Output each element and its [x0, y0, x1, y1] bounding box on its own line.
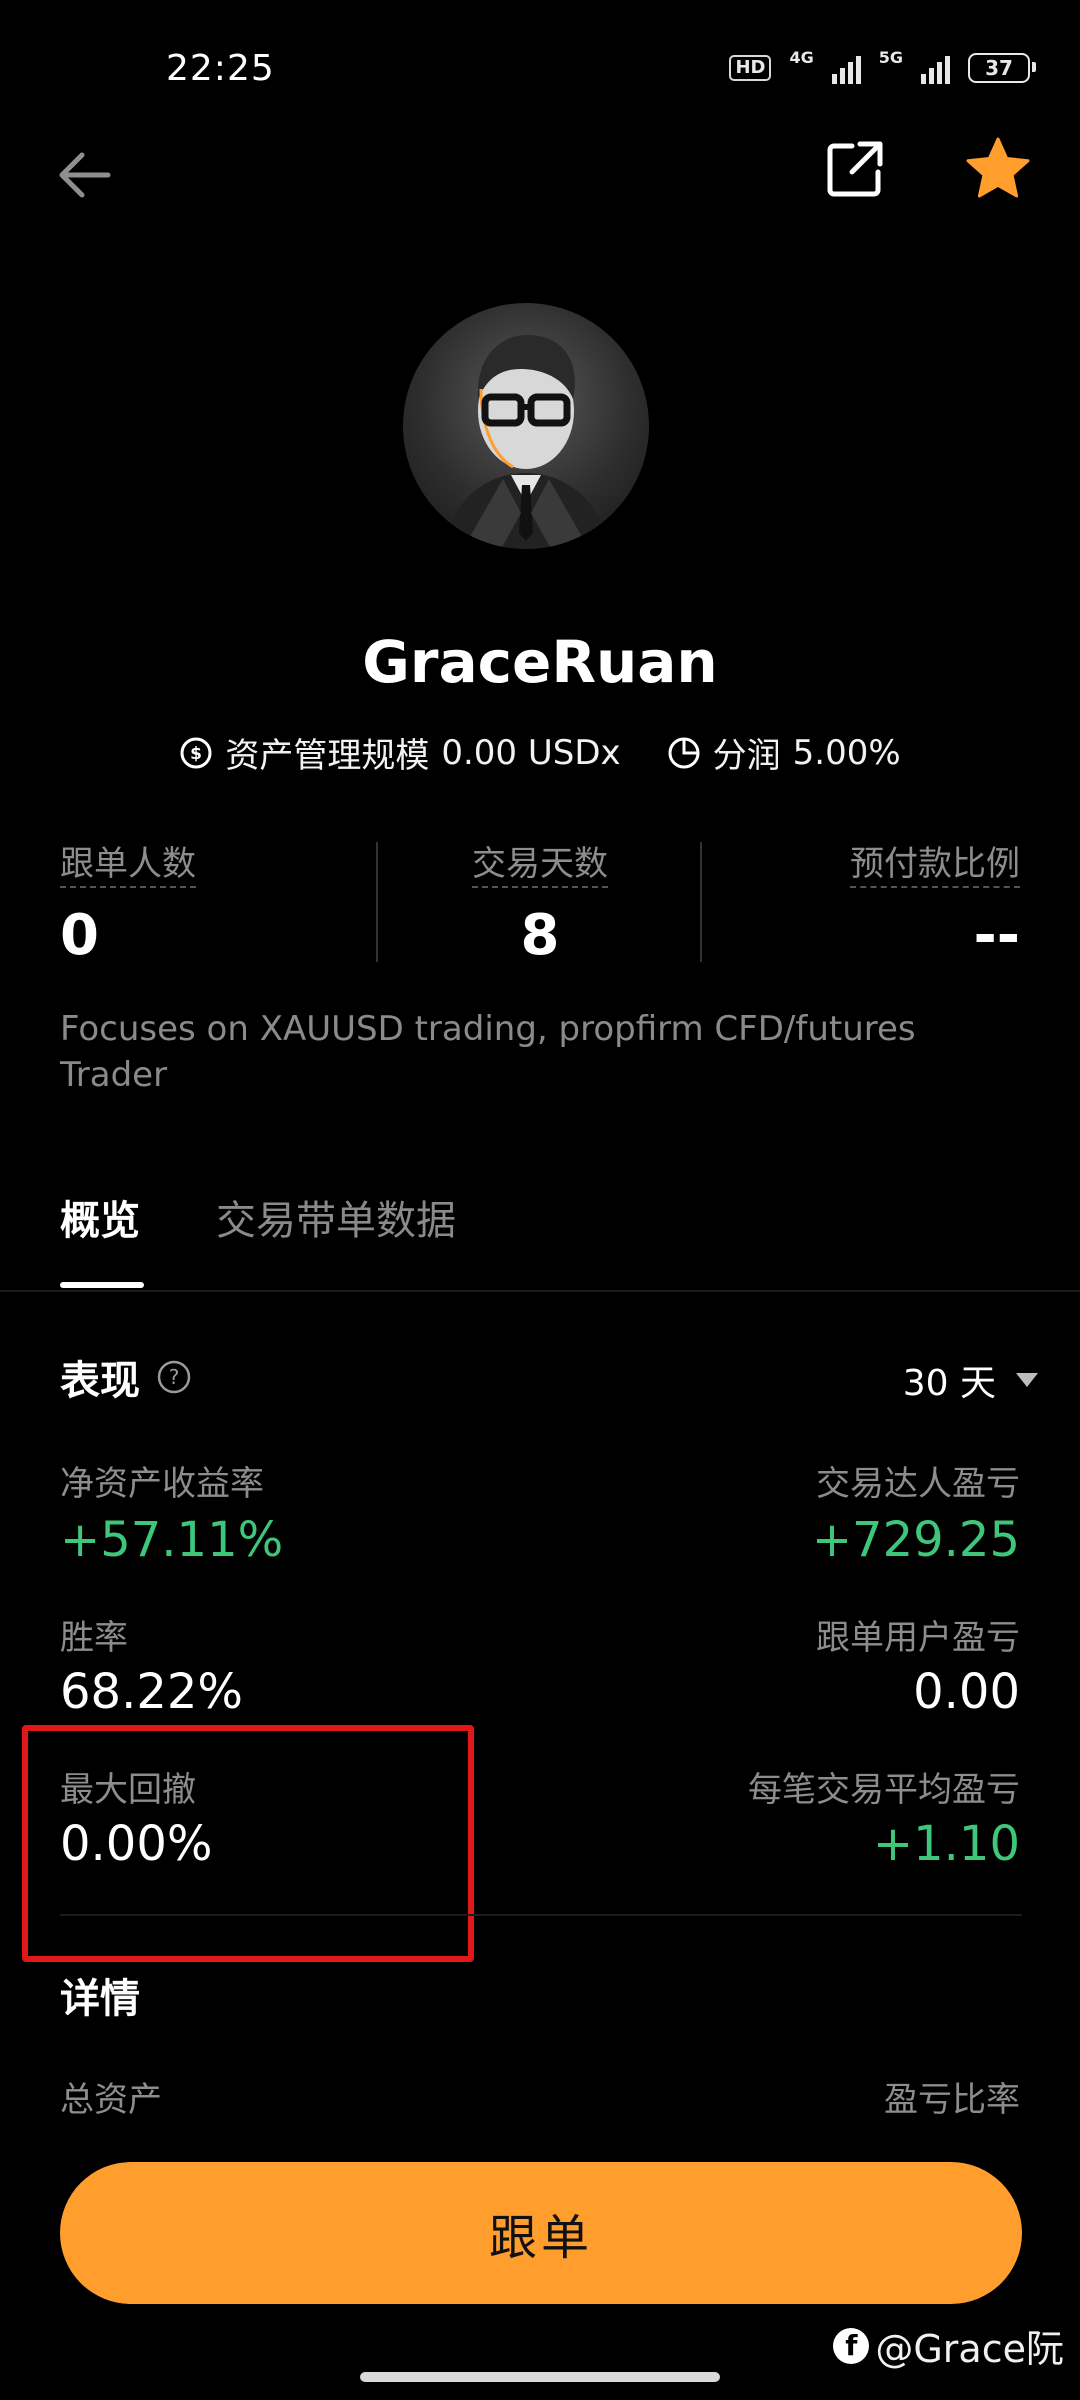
metric-win-rate-label: 胜率 [60, 1618, 128, 1658]
metric-roe-label: 净资产收益率 [60, 1464, 264, 1504]
stat-trading-days-label[interactable]: 交易天数 [472, 844, 608, 888]
back-arrow-icon[interactable] [56, 150, 112, 200]
home-indicator[interactable] [360, 2372, 720, 2382]
network-5g-label: 5G [878, 48, 903, 67]
stat-margin-ratio-label[interactable]: 预付款比例 [850, 844, 1020, 888]
follow-copy-button[interactable]: 跟单 [60, 2162, 1022, 2304]
details-title: 详情 [60, 1976, 140, 2022]
trader-description: Focuses on XAUUSD trading, propfirm CFD/… [60, 1009, 916, 1095]
period-selected: 30 天 [902, 1363, 996, 1404]
signal-icon [831, 52, 861, 84]
performance-title: 表现 [60, 1358, 140, 1404]
trader-meta: $ 资产管理规模 0.00 USDx 分润 5.00% [0, 728, 1080, 777]
profit-share-value: 5.00% [792, 732, 901, 773]
dollar-coin-icon: $ [180, 737, 212, 768]
trader-name: GraceRuan [362, 628, 718, 696]
hd-icon: HD [729, 55, 772, 81]
watermark: f @Grace阮 [833, 2318, 1064, 2373]
tabs-divider [0, 1290, 1080, 1292]
signal-icon [921, 52, 950, 84]
avatar-illustration [443, 334, 609, 549]
highlight-box [22, 1725, 474, 1962]
stat-divider [700, 842, 702, 962]
metric-win-rate-value: 68.22% [60, 1664, 244, 1720]
metric-avg-pnl-value: +1.10 [872, 1816, 1020, 1872]
status-time: 22:25 [166, 48, 275, 89]
metric-follower-pnl-value: 0.00 [913, 1664, 1020, 1720]
network-4g-label: 4G [789, 48, 814, 67]
metric-trader-pnl-value: +729.25 [811, 1512, 1020, 1568]
tab-trading-data[interactable]: 交易带单数据 [216, 1188, 456, 1246]
metric-roe-value: +57.11% [60, 1512, 284, 1568]
svg-text:$: $ [190, 744, 202, 764]
aum-label: 资产管理规模 [225, 736, 430, 776]
metric-trader-pnl-label: 交易达人盈亏 [816, 1464, 1020, 1504]
stat-trading-days: 交易天数 8 [440, 836, 640, 968]
tab-overview[interactable]: 概览 [60, 1188, 140, 1246]
battery-icon: 37 [968, 53, 1036, 83]
stat-margin-ratio-value: -- [973, 903, 1020, 968]
section-divider [60, 1914, 1022, 1916]
profit-share-label: 分润 [712, 736, 781, 776]
stat-margin-ratio: 预付款比例 -- [850, 836, 1020, 968]
stat-divider [376, 842, 378, 962]
performance-header: 表现 ? [60, 1348, 192, 1406]
share-icon[interactable] [824, 138, 886, 200]
stat-followers: 跟单人数 0 [60, 836, 196, 968]
stat-trading-days-value: 8 [520, 903, 560, 968]
facebook-icon: f [833, 2327, 870, 2364]
watermark-text: @Grace阮 [875, 2327, 1064, 2371]
svg-text:?: ? [169, 1365, 180, 1389]
stat-followers-value: 0 [60, 903, 99, 968]
detail-total-assets-label: 总资产 [60, 2080, 162, 2120]
metric-follower-pnl-label: 跟单用户盈亏 [816, 1618, 1020, 1658]
favorite-star-icon[interactable] [964, 136, 1032, 202]
metric-avg-pnl-label: 每笔交易平均盈亏 [748, 1770, 1020, 1810]
tab-active-indicator [60, 1282, 144, 1288]
help-circle-icon[interactable]: ? [156, 1359, 192, 1395]
pie-chart-icon [668, 737, 700, 768]
status-icons: HD 4G 5G 37 [729, 48, 1036, 84]
avatar [403, 303, 649, 549]
detail-pnl-ratio-label: 盈亏比率 [884, 2080, 1020, 2120]
aum-value: 0.00 USDx [441, 732, 621, 773]
caret-down-icon [1016, 1373, 1038, 1387]
stat-followers-label[interactable]: 跟单人数 [60, 844, 196, 888]
period-dropdown[interactable]: 30 天 [903, 1354, 1040, 1406]
